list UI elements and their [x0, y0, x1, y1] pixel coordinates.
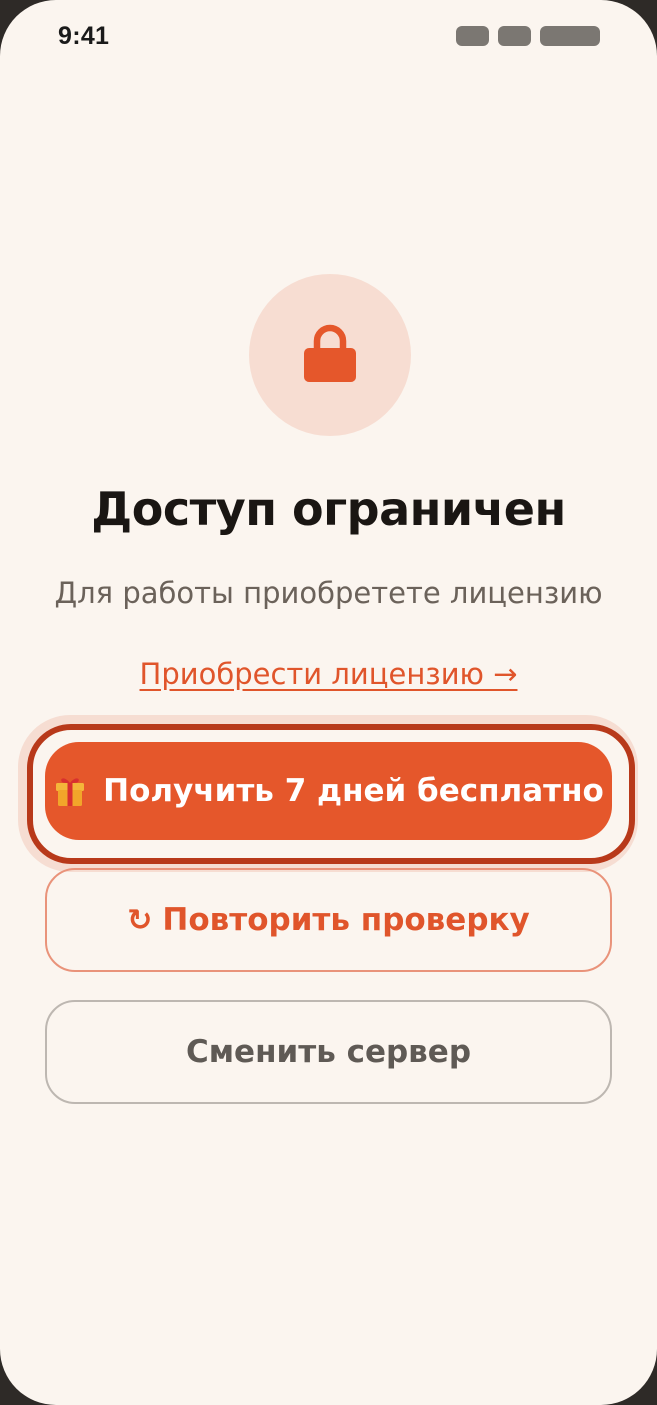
change-server-button[interactable]: Сменить сервер [45, 1000, 612, 1104]
phone-screen: 9:41 Доступ ограничен Для работы приобре… [0, 0, 657, 1405]
status-time: 9:41 [58, 22, 110, 50]
lock-badge [249, 274, 411, 436]
free-trial-button[interactable]: Получить 7 дней бесплатно [45, 742, 612, 840]
gift-icon [56, 778, 85, 806]
lock-icon [304, 324, 356, 382]
free-trial-label: Получить 7 дней бесплатно [103, 773, 604, 809]
retry-check-button[interactable]: ↻ Повторить проверку [45, 868, 612, 972]
wifi-icon [498, 26, 531, 46]
buy-license-link[interactable]: Приобрести лицензию → [0, 657, 657, 691]
page-subtitle: Для работы приобретете лицензию [54, 576, 603, 610]
signal-icon [456, 26, 489, 46]
refresh-icon: ↻ [127, 902, 153, 938]
change-server-label: Сменить сервер [185, 1034, 472, 1070]
battery-icon [540, 26, 600, 46]
status-icons [456, 26, 600, 46]
retry-check-label: Повторить проверку [162, 902, 530, 938]
page-title: Доступ ограничен [91, 482, 566, 536]
